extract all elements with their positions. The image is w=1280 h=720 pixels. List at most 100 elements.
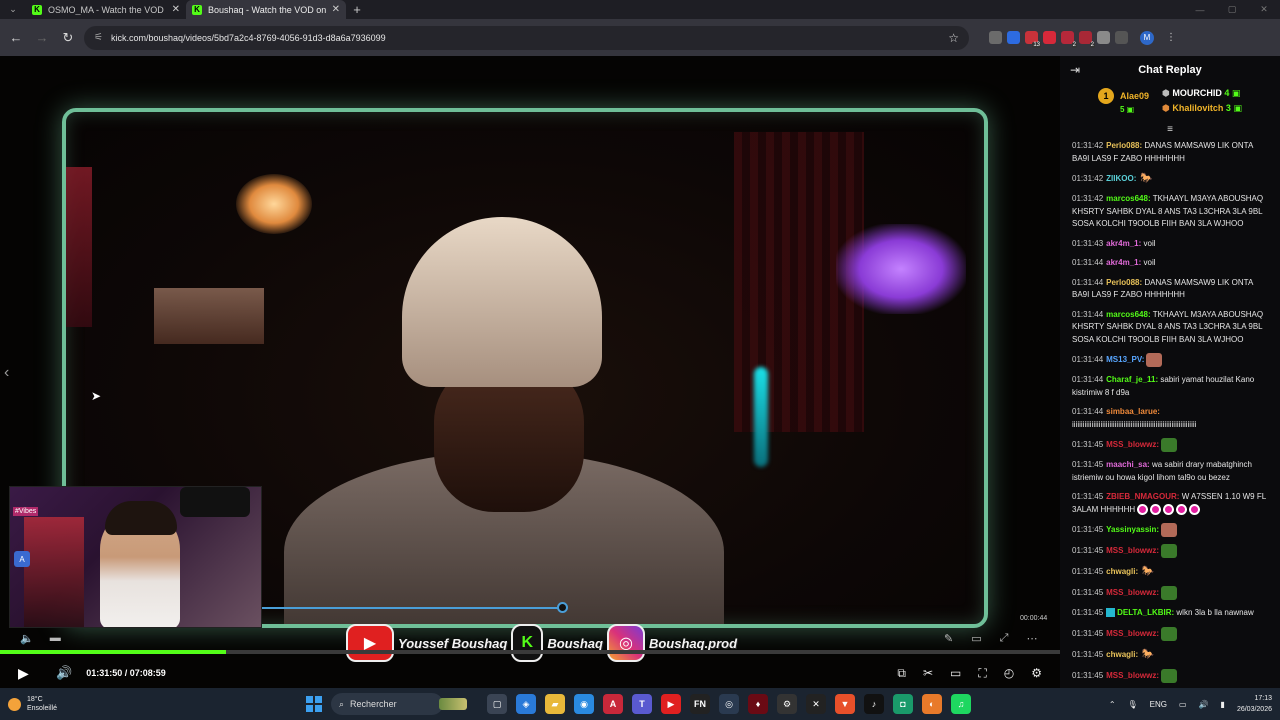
browser-menu-icon[interactable]: ⋮ [1166,32,1176,43]
firefox-icon[interactable]: ◐ [922,694,942,714]
puzzle-icon[interactable] [1115,31,1128,44]
theater-mode-icon[interactable]: ▭ [950,666,961,681]
pinned-toggle-icon[interactable]: ≡ [1060,125,1280,136]
chevron-up-icon[interactable]: ⌃ [1109,700,1116,709]
ext-red3-icon[interactable]: 2 [1079,31,1095,48]
pink-emote-icon [1163,503,1175,515]
ext-red-badge-icon[interactable]: 13 [1025,31,1041,48]
volume-icon[interactable]: 🔊 [56,665,72,681]
close-icon[interactable]: ✕ [172,4,180,15]
red-app-icon[interactable]: ♦ [748,694,768,714]
clock[interactable]: 17:13 26/03/2026 [1237,693,1272,715]
message-username[interactable]: ZIIKOO: [1106,174,1136,183]
ext-gray-icon[interactable] [989,31,1002,44]
message-timestamp: 01:31:45 [1072,440,1104,450]
gift-icon: ▣ [1231,88,1241,98]
pip-icon[interactable]: ⧉ [897,666,906,681]
maximize-icon[interactable]: ▢ [1216,0,1248,19]
ext-red-icon[interactable] [1043,31,1056,44]
message-username[interactable]: MSS_blowwz: [1106,671,1159,680]
youtube-app-icon[interactable]: ▶ [661,694,681,714]
message-username[interactable]: Perlo088: [1106,141,1142,150]
window-close-icon[interactable]: ✕ [1248,0,1280,19]
shelf-boxes [154,288,264,344]
back-button[interactable]: ← [6,28,26,48]
leader-first-name[interactable]: Alae09 [1120,91,1149,101]
settings-app-icon[interactable]: ⚙ [777,694,797,714]
ext-red2-badge-icon[interactable]: 2 [1061,31,1077,48]
network-icon[interactable]: ▭ [1179,700,1187,709]
message-username[interactable]: ZBIEB_NMAGOUR: [1106,492,1179,501]
message-username[interactable]: marcos648: [1106,310,1150,319]
windows-start-icon[interactable] [306,696,322,712]
spotify-icon[interactable]: ♫ [951,694,971,714]
bookmark-star-icon[interactable]: ☆ [948,31,959,45]
close-icon[interactable]: ✕ [332,4,340,15]
message-username[interactable]: Yassinyassin: [1106,525,1159,534]
chevron-left-icon[interactable]: ‹ [4,364,9,382]
speed-icon[interactable]: ◴ [1004,666,1014,681]
taskbar-search[interactable]: ⌕ Rechercher [331,693,467,715]
settings-gear-icon[interactable]: ⚙ [1031,666,1042,681]
gold-emote-icon: 🐎 [1140,173,1153,184]
message-username[interactable]: simbaa_larue: [1106,407,1160,416]
search-highlight-image [439,698,467,710]
app-a-icon[interactable]: A [603,694,623,714]
tab-osmo[interactable]: K OSMO_MA - Watch the VOD o ✕ [26,0,186,19]
copilot-icon[interactable]: ◈ [516,694,536,714]
message-timestamp: 01:31:44 [1072,277,1104,287]
message-username[interactable]: chwagli: [1106,650,1138,659]
speaker-icon[interactable]: 🔊 [1199,700,1209,709]
message-username[interactable]: Charaf_je_11: [1106,375,1158,384]
task-view-icon[interactable]: ▢ [487,694,507,714]
leader-second[interactable]: ⬢ MOURCHID 4 ▣ [1162,88,1240,99]
message-username[interactable]: maachi_sa: [1106,460,1150,469]
message-username[interactable]: akr4m_1: [1106,239,1141,248]
message-username[interactable]: chwagli: [1106,567,1138,576]
frog-emote-icon [1161,668,1178,683]
forward-button[interactable]: → [32,28,52,48]
url-text[interactable]: kick.com/boushaq/videos/5bd7a2c4-8769-40… [111,33,940,43]
reload-button[interactable]: ↻ [58,28,78,48]
brave-icon[interactable]: ▼ [835,694,855,714]
fullscreen-icon[interactable]: ⛶ [978,666,986,681]
language[interactable]: ENG [1150,700,1167,709]
message-username[interactable]: MSS_blowwz: [1106,629,1159,638]
cyan-light [754,367,768,467]
ext-gray2-icon[interactable] [1097,31,1110,44]
message-username[interactable]: MS13_PV: [1106,355,1144,364]
play-button[interactable]: ▶ [18,665,38,682]
message-username[interactable]: Perlo088: [1106,278,1142,287]
fn-app-icon[interactable]: FN [690,694,710,714]
message-username[interactable]: MSS_blowwz: [1106,588,1159,597]
video-player[interactable]: ‹ ➤ #Vibes A 00:00:44 🔈 ▬ ✎ ▭ ⤢ ⋯ ▶ Yous… [0,56,1060,688]
minimize-icon[interactable]: — [1184,0,1216,19]
message-username[interactable]: marcos648: [1106,194,1150,203]
leader-third[interactable]: ⬢ Khalilovitch 3 ▣ [1162,103,1242,114]
tab-boushaq[interactable]: K Boushaq - Watch the VOD on K ✕ [186,0,346,19]
message-username[interactable]: akr4m_1: [1106,258,1141,267]
weather-widget[interactable]: 18°C Ensoleillé [8,695,148,713]
microphone-icon[interactable]: 🎙 [1128,700,1138,709]
battery-icon[interactable]: ▮ [1221,700,1225,709]
message-username[interactable]: MSS_blowwz: [1106,440,1159,449]
tiktok-icon[interactable]: ♪ [864,694,884,714]
address-bar[interactable]: ⚟ kick.com/boushaq/videos/5bd7a2c4-8769-… [84,25,969,50]
site-info-icon[interactable]: ⚟ [94,32,103,43]
translate-icon: A [14,551,30,567]
message-username[interactable]: DELTA_LKBIR: [1117,608,1174,617]
instagram-icon: ◎ [606,624,645,662]
ext-blue-icon[interactable] [1007,31,1020,44]
clip-icon[interactable]: ✂ [923,666,933,681]
message-username[interactable]: MSS_blowwz: [1106,546,1159,555]
xbox-icon[interactable]: ✕ [806,694,826,714]
file-explorer-icon[interactable]: ▰ [545,694,565,714]
steam-icon[interactable]: ◎ [719,694,739,714]
green-app-icon[interactable]: ◘ [893,694,913,714]
profile-avatar[interactable]: M [1140,30,1154,45]
chrome-icon[interactable]: ◉ [574,694,594,714]
new-tab-button[interactable]: + [346,0,368,19]
video-progress-bar[interactable] [0,650,1060,654]
tab-search-button[interactable]: ⌄ [0,0,26,19]
teams-icon[interactable]: T [632,694,652,714]
